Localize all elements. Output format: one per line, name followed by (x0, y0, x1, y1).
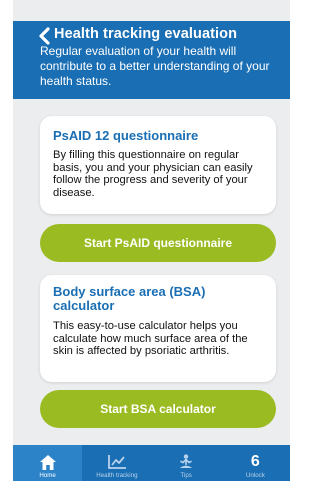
psaid-card-description: By filling this questionnaire on regular… (53, 149, 253, 199)
start-bsa-button[interactable]: Start BSA calculator (40, 390, 276, 428)
bsa-card: Body surface area (BSA) calculator This … (40, 275, 276, 382)
page-title: Health tracking evaluation (54, 26, 238, 42)
app-screen: Health tracking evaluation Regular evalu… (13, 0, 290, 481)
back-button[interactable] (37, 27, 51, 45)
tab-home[interactable]: Home (13, 445, 83, 481)
number-icon: 6 (250, 453, 260, 470)
bsa-card-description: This easy-to-use calculator helps you ca… (53, 320, 248, 357)
bsa-card-title: Body surface area (BSA) calculator (53, 284, 206, 313)
psaid-card-title: PsAID 12 questionnaire (53, 128, 199, 143)
page-subtitle: Regular evaluation of your health will c… (40, 44, 270, 88)
tab-health-tracking-label: Health tracking (96, 472, 138, 479)
page-header: Health tracking evaluation Regular evalu… (13, 21, 290, 99)
tab-tips-label: Tips (180, 472, 192, 479)
bottom-tab-bar: Home Health tracking Tips 6 Unlock (13, 445, 290, 481)
start-psaid-button[interactable]: Start PsAID questionnaire (40, 224, 276, 262)
tab-home-label: Home (39, 472, 56, 479)
tab-health-tracking[interactable]: Health tracking (82, 445, 151, 481)
home-icon (39, 454, 56, 470)
chart-icon (107, 455, 126, 469)
chevron-left-icon (39, 27, 50, 45)
psaid-card: PsAID 12 questionnaire By filling this q… (40, 116, 276, 214)
tab-unlock[interactable]: 6 Unlock (221, 445, 290, 481)
tab-tips[interactable]: Tips (152, 445, 221, 481)
meditation-icon (180, 454, 193, 468)
tab-unlock-label: Unlock (245, 472, 265, 479)
